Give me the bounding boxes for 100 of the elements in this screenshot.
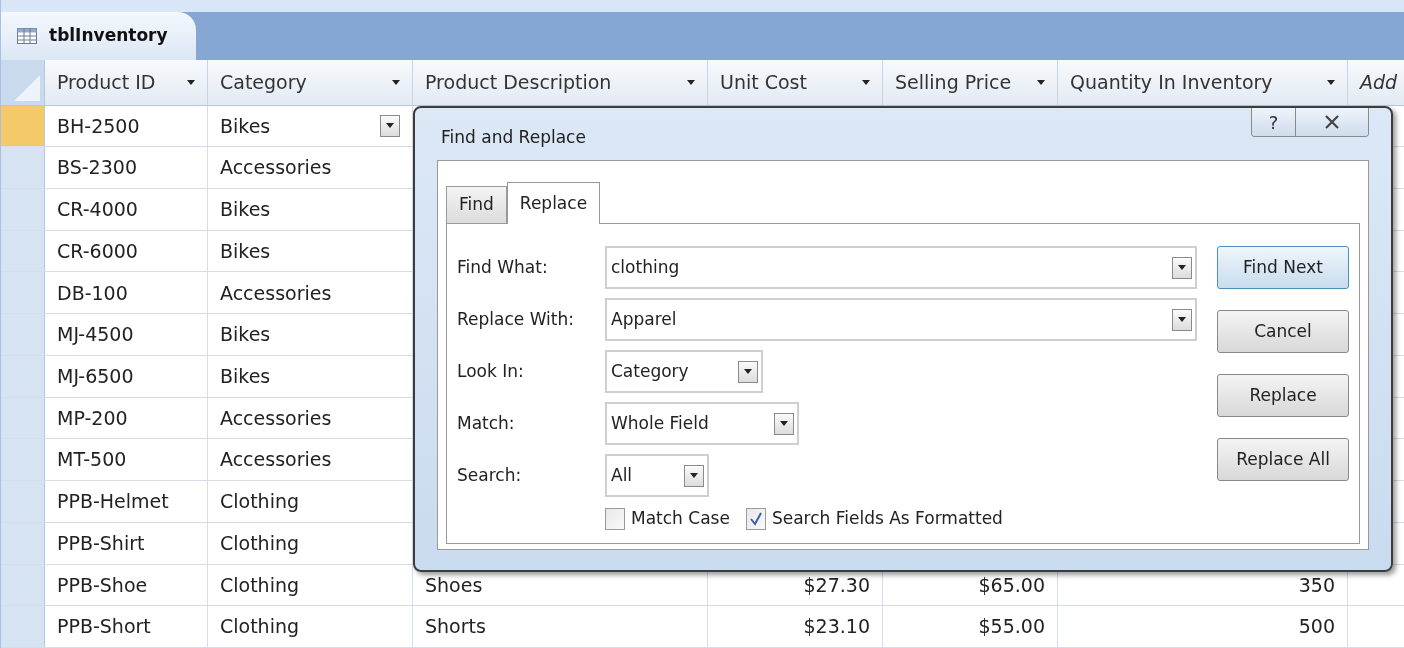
- help-button[interactable]: ?: [1252, 108, 1296, 136]
- dropdown-button[interactable]: [738, 360, 758, 383]
- dropdown-button[interactable]: [1172, 256, 1192, 279]
- table-cell-text: PPB-Short: [57, 614, 151, 640]
- close-icon: [1324, 115, 1340, 129]
- dialog-button[interactable]: Find Next: [1217, 246, 1349, 289]
- combo-box[interactable]: All: [605, 454, 709, 497]
- row-selector[interactable]: [1, 189, 45, 230]
- row-selector[interactable]: [1, 397, 45, 439]
- checkbox[interactable]: [745, 507, 766, 530]
- table-cell-text: 500: [1298, 614, 1335, 640]
- caret-icon: [1178, 317, 1186, 322]
- caret-icon: [386, 123, 394, 129]
- table-cell-text: MT-500: [57, 447, 127, 473]
- table-cell-text: Clothing: [220, 572, 300, 598]
- row-selector[interactable]: [1, 481, 45, 522]
- combo-box[interactable]: clothing: [605, 246, 1197, 289]
- corner-triangle-icon: [14, 74, 40, 101]
- table-cell-text: $27.30: [803, 572, 870, 598]
- column-header[interactable]: Selling Price: [883, 59, 1058, 105]
- table-cell-text: BS-2300: [57, 155, 137, 181]
- table-cell-text: Shorts: [425, 614, 486, 640]
- column-header[interactable]: Product ID: [45, 59, 208, 105]
- checkbox-label: Match Case: [631, 507, 730, 530]
- checkbox-label: Search Fields As Formatted: [771, 507, 1003, 530]
- dropdown-caret-icon: [687, 79, 695, 85]
- field-label: Find What:: [457, 255, 549, 279]
- check-icon: [749, 511, 762, 526]
- dropdown-button[interactable]: [380, 114, 400, 137]
- column-header[interactable]: Quantity In Inventory: [1058, 59, 1348, 105]
- table-cell-text: Clothing: [220, 489, 300, 515]
- column-header[interactable]: Unit Cost: [708, 59, 883, 105]
- table-cell-text: CR-6000: [57, 238, 138, 264]
- combo-box[interactable]: Category: [605, 350, 763, 393]
- dropdown-button[interactable]: [684, 464, 704, 487]
- field-label: Look In:: [457, 359, 525, 383]
- dropdown-caret-icon: [187, 79, 195, 85]
- table-cell-text: PPB-Shoe: [57, 572, 148, 598]
- close-button[interactable]: [1296, 108, 1368, 136]
- caret-icon: [780, 421, 788, 426]
- row-selector[interactable]: [1, 606, 45, 647]
- dialog-tab[interactable]: Find: [446, 186, 507, 223]
- row-selector[interactable]: [1, 147, 45, 189]
- table-cell-text: Bikes: [220, 364, 271, 390]
- table-cell-text: Accessories: [220, 447, 332, 473]
- table-cell-text: Bikes: [220, 238, 271, 264]
- caret-icon: [1178, 265, 1186, 270]
- table-icon: [17, 27, 37, 44]
- dropdown-caret-icon: [392, 79, 400, 85]
- row-selector[interactable]: [1, 272, 45, 314]
- table-cell-text: Bikes: [220, 113, 271, 139]
- dropdown-button[interactable]: [1172, 308, 1192, 331]
- caret-icon: [744, 369, 752, 374]
- dropdown-caret-icon: [1327, 79, 1335, 85]
- column-header[interactable]: Product Description: [413, 59, 708, 105]
- combo-box[interactable]: Apparel: [605, 298, 1197, 341]
- dropdown-caret-icon: [1037, 79, 1045, 85]
- table-cell-text: MJ-4500: [57, 322, 134, 348]
- table-cell-text: $65.00: [978, 572, 1045, 598]
- caret-icon: [690, 473, 698, 478]
- combo-box[interactable]: Whole Field: [605, 402, 799, 445]
- table-cell-text: Accessories: [220, 280, 332, 306]
- table-cell-text: Shoes: [425, 572, 483, 598]
- select-all-corner[interactable]: [1, 59, 45, 105]
- document-tab[interactable]: tblInventory: [1, 11, 196, 60]
- dialog-button[interactable]: Replace All: [1217, 438, 1349, 481]
- dropdown-button[interactable]: [774, 412, 794, 435]
- table-cell-text: $23.10: [803, 614, 870, 640]
- table-cell-text: $55.00: [978, 614, 1045, 640]
- column-header[interactable]: Category: [208, 59, 413, 105]
- table-cell-text: BH-2500: [57, 113, 140, 139]
- checkbox[interactable]: [605, 507, 625, 530]
- field-label: Match:: [457, 411, 516, 435]
- table-cell-text: MJ-6500: [57, 364, 134, 390]
- table-cell-text: Bikes: [220, 322, 271, 348]
- table-cell-text: PPB-Shirt: [57, 530, 145, 556]
- row-selector[interactable]: [1, 230, 45, 272]
- field-label: Replace With:: [457, 307, 575, 331]
- dialog-tab[interactable]: Replace: [506, 182, 601, 224]
- table-cell-text: Clothing: [220, 614, 300, 640]
- table-cell-text: PPB-Helmet: [57, 489, 169, 515]
- table-cell-text: 350: [1298, 572, 1335, 598]
- field-label: Search:: [457, 463, 523, 487]
- dialog-title: Find and Replace: [440, 126, 586, 150]
- table-cell-text: Accessories: [220, 405, 332, 431]
- table-cell-text: Bikes: [220, 197, 271, 223]
- table-cell-text: MP-200: [57, 405, 128, 431]
- table-cell-text: CR-4000: [57, 197, 138, 223]
- row-selector[interactable]: [1, 105, 45, 147]
- dropdown-caret-icon: [862, 79, 870, 85]
- table-cell-text: Accessories: [220, 155, 332, 181]
- row-selector[interactable]: [1, 439, 45, 481]
- row-selector[interactable]: [1, 314, 45, 355]
- row-selector[interactable]: [1, 522, 45, 564]
- table-cell-text: DB-100: [57, 280, 128, 306]
- row-selector[interactable]: [1, 564, 45, 606]
- row-selector[interactable]: [1, 355, 45, 397]
- dialog-button[interactable]: Replace: [1217, 374, 1349, 417]
- dialog-button[interactable]: Cancel: [1217, 310, 1349, 353]
- column-header[interactable]: Add: [1348, 59, 1404, 105]
